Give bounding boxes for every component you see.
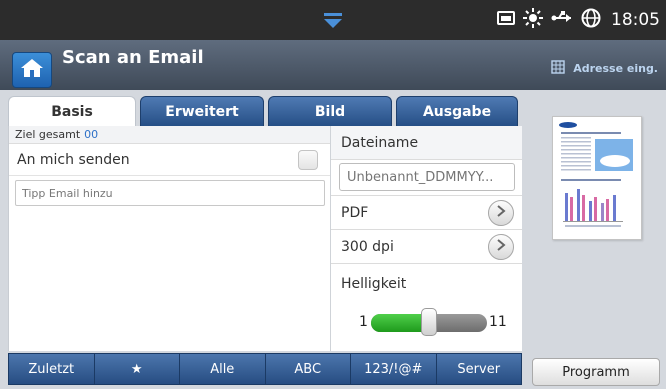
- tab-bild[interactable]: Bild: [268, 96, 392, 126]
- brightness-slider[interactable]: 1 11: [331, 304, 522, 348]
- favorites-button[interactable]: ★: [95, 354, 180, 384]
- document-preview-image: [559, 122, 633, 227]
- format-option[interactable]: PDF: [331, 196, 522, 230]
- tab-erweitert[interactable]: Erweitert: [140, 96, 264, 126]
- preview-area: [526, 90, 666, 351]
- resolution-chevron-button[interactable]: [488, 233, 514, 260]
- pull-down-icon[interactable]: [324, 13, 342, 33]
- resolution-value: 300 dpi: [341, 238, 394, 255]
- brightness-min: 1: [359, 314, 368, 330]
- brightness-max: 11: [489, 314, 507, 330]
- format-value: PDF: [341, 204, 369, 221]
- program-button[interactable]: Programm: [532, 358, 660, 386]
- slider-handle[interactable]: [421, 308, 437, 336]
- address-book-button[interactable]: Adresse eing.: [551, 60, 658, 77]
- address-book-label: Adresse eing.: [573, 62, 658, 75]
- bottom-toolbar: Zuletzt ★ Alle ABC 123/!@# Server: [8, 353, 522, 385]
- home-icon: [20, 58, 44, 82]
- all-button[interactable]: Alle: [180, 354, 266, 384]
- email-input[interactable]: [15, 180, 325, 206]
- options-pane: Dateiname PDF 300 dpi Helligkeit 1: [330, 126, 522, 351]
- tab-ausgabe[interactable]: Ausgabe: [396, 96, 518, 126]
- filename-label: Dateiname: [331, 126, 522, 160]
- storage-icon: [497, 10, 515, 30]
- symbols-button[interactable]: 123/!@#: [351, 354, 437, 384]
- recipients-pane: Ziel gesamt 00 An mich senden: [8, 126, 330, 351]
- title-bar: Scan an Email Adresse eing.: [0, 40, 666, 90]
- recipient-total-count: 00: [84, 128, 99, 141]
- server-button[interactable]: Server: [437, 354, 522, 384]
- filename-field[interactable]: [339, 163, 515, 191]
- status-icons: 18:05: [497, 0, 660, 40]
- abc-button[interactable]: ABC: [266, 354, 351, 384]
- send-to-me-row[interactable]: An mich senden: [9, 144, 330, 176]
- home-button[interactable]: [12, 52, 52, 88]
- page-preview-thumbnail[interactable]: [552, 116, 642, 240]
- page-title: Scan an Email: [62, 47, 204, 68]
- chevron-right-icon: [496, 238, 506, 255]
- usb-icon: [551, 10, 573, 30]
- resolution-option[interactable]: 300 dpi: [331, 230, 522, 264]
- recent-button[interactable]: Zuletzt: [9, 354, 95, 384]
- send-to-me-label: An mich senden: [17, 151, 130, 168]
- recipient-total-label: Ziel gesamt: [15, 128, 81, 141]
- format-chevron-button[interactable]: [488, 199, 514, 226]
- address-book-icon: [551, 60, 565, 77]
- brightness-icon: [523, 8, 543, 32]
- chevron-right-icon: [496, 204, 506, 221]
- content-area: Basis Erweitert Bild Ausgabe Ziel gesamt…: [0, 90, 666, 389]
- status-bar: 18:05: [0, 0, 666, 40]
- brightness-label: Helligkeit: [341, 276, 407, 292]
- tab-basis[interactable]: Basis: [8, 96, 136, 126]
- clock: 18:05: [611, 10, 660, 30]
- send-to-me-checkbox[interactable]: [298, 149, 318, 170]
- recipient-total: Ziel gesamt 00: [9, 126, 330, 144]
- globe-icon: [581, 8, 601, 32]
- filename-row: [331, 160, 522, 196]
